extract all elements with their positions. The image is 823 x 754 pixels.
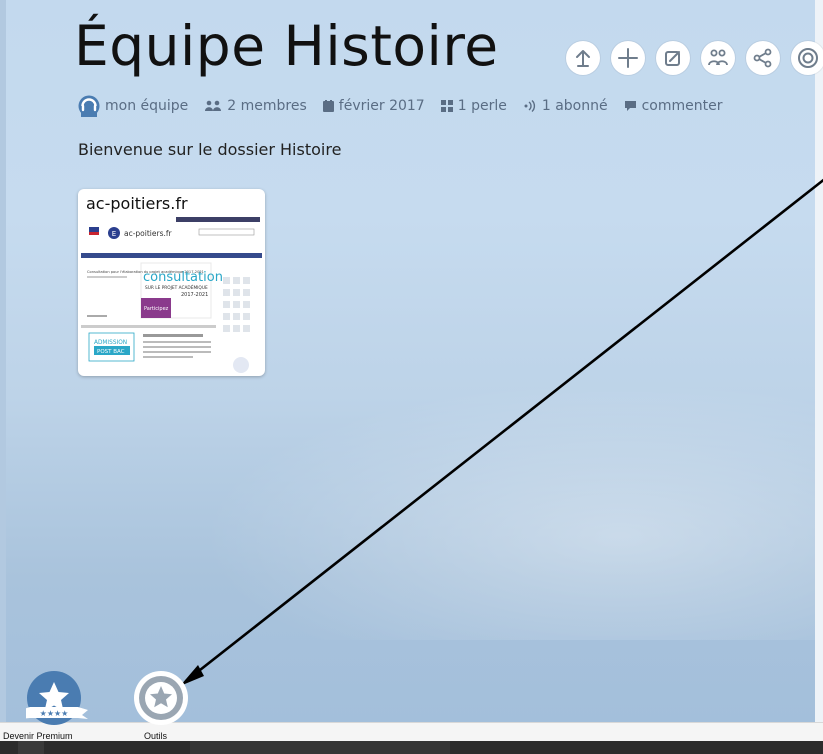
taskbar-segment <box>190 741 450 754</box>
tools-star-icon <box>133 670 189 726</box>
annotation-arrow <box>180 178 823 686</box>
tools-label: Outils <box>144 731 168 741</box>
tools-button[interactable] <box>131 670 191 726</box>
bottom-strip <box>0 722 823 742</box>
premium-button[interactable]: ★★★★ <box>20 670 88 726</box>
premium-label: Devenir Premium <box>3 731 73 741</box>
svg-text:★★★★: ★★★★ <box>40 709 69 718</box>
premium-badge-icon: ★★★★ <box>20 670 88 726</box>
taskbar-segment <box>18 741 44 754</box>
taskbar <box>0 741 823 754</box>
